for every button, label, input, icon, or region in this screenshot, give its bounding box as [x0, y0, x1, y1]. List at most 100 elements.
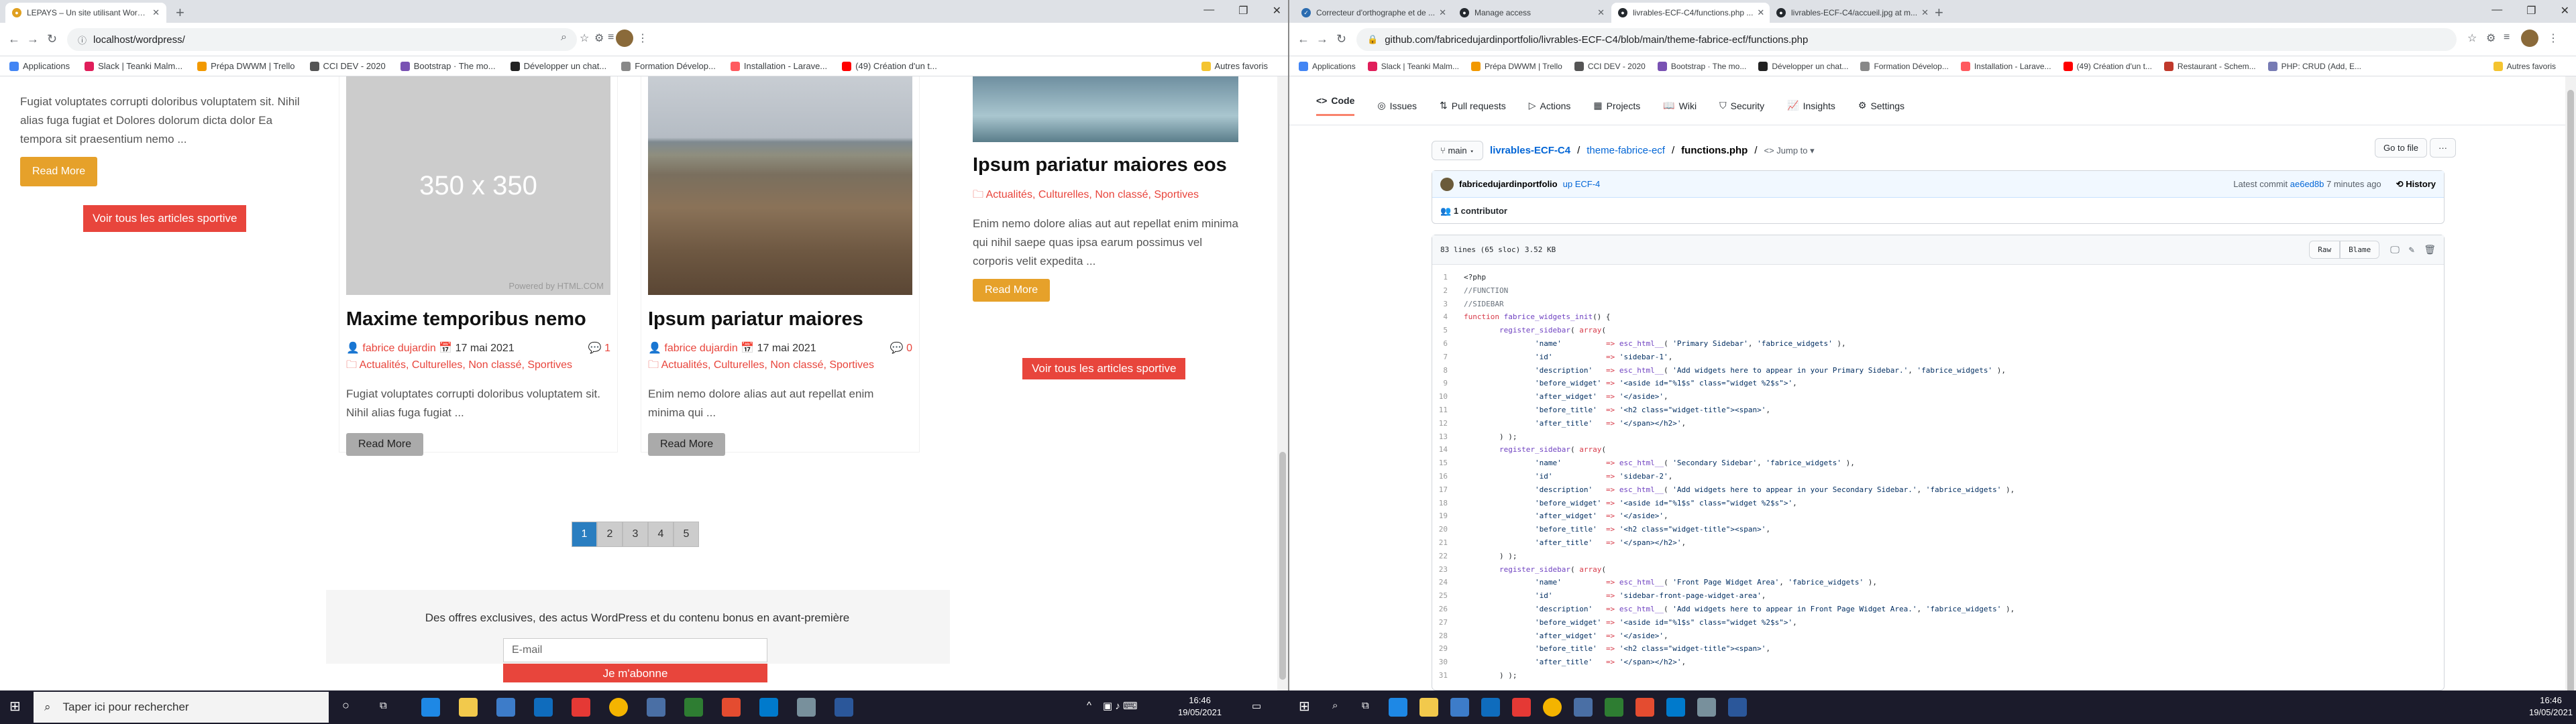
line-number[interactable]: 1 — [1432, 271, 1464, 284]
raw-button[interactable]: Raw — [2309, 241, 2341, 259]
branch-selector[interactable]: ⑂ main ▾ — [1432, 141, 1484, 160]
line-number[interactable]: 16 — [1432, 470, 1464, 483]
reload-icon[interactable]: ↻ — [47, 32, 57, 46]
tab-insights[interactable]: 📈 Insights — [1787, 95, 1835, 116]
line-number[interactable]: 18 — [1432, 497, 1464, 510]
page-5[interactable]: 5 — [674, 522, 699, 547]
media-icon[interactable]: ≡ — [2504, 32, 2510, 44]
menu-icon[interactable]: ⋮ — [2548, 32, 2559, 45]
close-tab-icon[interactable]: ✕ — [1917, 7, 1928, 18]
line-number[interactable]: 3 — [1432, 298, 1464, 311]
tab-projects[interactable]: ▦ Projects — [1593, 95, 1640, 116]
bookmark-item[interactable]: Installation - Larave... — [1960, 61, 2051, 71]
extensions-icon[interactable]: ⚙ — [2486, 32, 2496, 45]
line-number[interactable]: 31 — [1432, 669, 1464, 682]
post-categories[interactable]: 🗀 Actualités, Culturelles, Non classé, S… — [346, 357, 617, 375]
new-tab-icon[interactable]: + — [176, 4, 184, 21]
office-icon[interactable] — [572, 698, 590, 717]
line-number[interactable]: 24 — [1432, 576, 1464, 589]
other-bookmarks[interactable]: Autres favoris — [2493, 61, 2556, 71]
close-tab-icon[interactable]: ✕ — [148, 7, 160, 18]
read-more-button[interactable]: Read More — [973, 279, 1051, 302]
read-more-button[interactable]: Read More — [648, 433, 726, 456]
scrollbar[interactable] — [1277, 76, 1288, 690]
close-tab-icon[interactable]: ✕ — [1753, 7, 1764, 18]
forward-icon[interactable]: → — [1316, 32, 1328, 46]
forward-icon[interactable]: → — [27, 32, 39, 46]
line-number[interactable]: 7 — [1432, 351, 1464, 364]
mail-icon[interactable] — [534, 698, 553, 717]
jump-to-menu[interactable]: <> Jump to ▾ — [1764, 145, 1814, 156]
line-number[interactable]: 25 — [1432, 589, 1464, 603]
bookmark-item[interactable]: Restaurant - Schem... — [2163, 61, 2256, 71]
line-number[interactable]: 12 — [1432, 417, 1464, 430]
line-number[interactable]: 22 — [1432, 550, 1464, 563]
close-window-icon[interactable]: ✕ — [1273, 4, 1281, 17]
post-title[interactable]: Ipsum pariatur maiores eos — [973, 154, 1238, 176]
bookmark-item[interactable]: Développer un chat... — [1758, 61, 1848, 71]
lock-icon[interactable]: 🔒 — [1367, 34, 1378, 45]
bookmark-item[interactable]: PHP: CRUD (Add, E... — [2267, 61, 2361, 71]
tab-functions-php[interactable]: ● livrables-ECF-C4/functions.php ... ✕ — [1611, 3, 1770, 23]
edit-icon[interactable]: ✎ — [2409, 245, 2414, 255]
bookmark-item[interactable]: Développer un chat... — [510, 61, 606, 71]
line-number[interactable]: 6 — [1432, 337, 1464, 351]
tab-code[interactable]: <> Code — [1316, 95, 1355, 116]
notification-icon[interactable]: ▭ — [1252, 700, 1261, 712]
taskbar-clock[interactable]: 16:46 19/05/2021 — [1178, 695, 1222, 719]
edge-icon[interactable] — [421, 698, 440, 717]
close-window-icon[interactable]: ✕ — [2561, 4, 2569, 17]
line-number[interactable]: 29 — [1432, 642, 1464, 656]
bookmark-item[interactable]: Applications — [9, 61, 70, 71]
page-1[interactable]: 1 — [572, 522, 597, 547]
profile-avatar[interactable] — [2521, 29, 2538, 47]
bookmark-item[interactable]: Installation - Larave... — [730, 61, 827, 71]
see-all-sport-button[interactable]: Voir tous les articles sportive — [83, 205, 247, 232]
line-number[interactable]: 4 — [1432, 310, 1464, 324]
bookmark-item[interactable]: CCI DEV - 2020 — [1574, 61, 1646, 71]
bookmark-item[interactable]: Applications — [1299, 61, 1356, 71]
line-number[interactable]: 27 — [1432, 616, 1464, 629]
terminal-icon[interactable] — [684, 698, 703, 717]
back-icon[interactable]: ← — [1297, 32, 1309, 46]
line-number[interactable]: 28 — [1432, 629, 1464, 643]
media-icon[interactable]: ≡ — [608, 32, 614, 44]
page-4[interactable]: 4 — [648, 522, 674, 547]
tray-chevron-icon[interactable]: ^ — [1087, 700, 1091, 711]
store-icon[interactable] — [1450, 698, 1469, 717]
line-number[interactable]: 10 — [1432, 390, 1464, 404]
chrome-icon[interactable] — [1543, 698, 1562, 717]
scrollbar[interactable] — [2565, 76, 2576, 690]
commit-author[interactable]: fabricedujardinportfolio — [1459, 179, 1558, 189]
page-2[interactable]: 2 — [597, 522, 623, 547]
bookmark-item[interactable]: Bootstrap · The mo... — [1657, 61, 1746, 71]
task-view-icon[interactable]: ⧉ — [380, 700, 387, 711]
vscode-icon[interactable] — [759, 698, 778, 717]
menu-icon[interactable]: ⋮ — [637, 32, 648, 45]
line-number[interactable]: 17 — [1432, 483, 1464, 497]
bookmark-item[interactable]: (49) Création d'un t... — [2063, 61, 2152, 71]
tab-security[interactable]: ⛉ Security — [1719, 95, 1764, 116]
tab-accueil-jpg[interactable]: ● livrables-ECF-C4/accueil.jpg at m... ✕ — [1770, 3, 1928, 23]
star-icon[interactable]: ☆ — [580, 32, 589, 45]
scrollbar-thumb[interactable] — [2567, 90, 2574, 690]
email-input[interactable]: E-mail — [503, 638, 767, 662]
bookmark-item[interactable]: CCI DEV - 2020 — [309, 61, 386, 71]
close-tab-icon[interactable]: ✕ — [1435, 7, 1446, 18]
search-icon[interactable]: ⌕ — [1332, 700, 1338, 711]
vscode-icon[interactable] — [1666, 698, 1685, 717]
scrollbar-thumb[interactable] — [1279, 452, 1286, 680]
more-options-button[interactable]: ··· — [2430, 138, 2456, 158]
bookmark-item[interactable]: (49) Création d'un t... — [842, 61, 937, 71]
breadcrumb-repo[interactable]: livrables-ECF-C4 — [1490, 145, 1570, 156]
address-bar[interactable]: 🔒 github.com/fabricedujardinportfolio/li… — [1356, 28, 2457, 51]
history-link[interactable]: ⟲ History — [2396, 179, 2436, 190]
bookmark-item[interactable]: Bootstrap · The mo... — [400, 61, 496, 71]
new-tab-icon[interactable]: + — [1935, 4, 1943, 21]
store-icon[interactable] — [496, 698, 515, 717]
bookmark-item[interactable]: Slack | Teanki Malm... — [1367, 61, 1459, 71]
task-view-icon[interactable]: ⧉ — [1362, 700, 1369, 711]
minimize-icon[interactable]: — — [2491, 4, 2502, 17]
info-icon[interactable]: ⓘ — [78, 34, 87, 46]
address-bar[interactable]: ⓘ localhost/wordpress/ — [67, 28, 577, 51]
